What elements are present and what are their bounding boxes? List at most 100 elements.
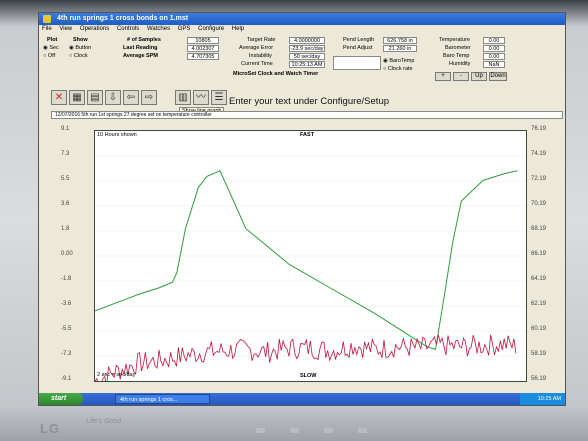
instability-value: 50 sec/day bbox=[289, 53, 325, 60]
menu-controls[interactable]: Controls bbox=[117, 26, 139, 32]
taskbar-item[interactable]: 4th run springs 1 cros... bbox=[115, 394, 210, 404]
temperature-value: 0.00 bbox=[483, 37, 505, 44]
pend-adjust-label: Pend Adjust bbox=[343, 45, 373, 51]
left-tick-label: 5.5 bbox=[61, 176, 70, 182]
target-rate-value: 4.0000000 bbox=[289, 37, 325, 44]
barometer-label: Barometer bbox=[445, 45, 471, 51]
window-title: 4th run springs 1 cross bonds on 1.mst bbox=[57, 15, 189, 22]
target-rate-label: Target Rate bbox=[247, 37, 276, 43]
instability-label: Instability bbox=[249, 53, 272, 59]
monitor-control-button[interactable] bbox=[256, 428, 265, 433]
radio-clock-rate[interactable]: ○ Clock rate bbox=[383, 66, 413, 73]
average-spm-label: Average SPM bbox=[123, 53, 158, 59]
menu-gps[interactable]: GPS bbox=[178, 26, 191, 32]
line-graph-icon[interactable]: 〰 bbox=[193, 90, 209, 105]
headline-text: Enter your text under Configure/Setup bbox=[229, 96, 390, 107]
down-button[interactable]: Down bbox=[489, 72, 507, 81]
right-tick-label: 60.19 bbox=[531, 326, 547, 332]
chart-svg bbox=[95, 131, 526, 381]
input-field-blank[interactable] bbox=[333, 56, 381, 70]
menu-help[interactable]: Help bbox=[232, 26, 244, 32]
menu-operations[interactable]: Operations bbox=[80, 26, 109, 32]
last-reading-label: Last Reading bbox=[123, 45, 158, 51]
temperature-label: Temperature bbox=[439, 37, 470, 43]
monitor-logo: LG bbox=[40, 421, 61, 436]
left-tick-label: -5.5 bbox=[61, 326, 72, 332]
save-icon[interactable]: ▦ bbox=[69, 90, 85, 105]
right-tick-label: 74.19 bbox=[531, 151, 547, 157]
average-spm-value: 4.707305 bbox=[187, 53, 219, 60]
window-titlebar: 4th run springs 1 cross bonds on 1.mst bbox=[39, 13, 565, 25]
plot-area: 9.1 7.3 5.5 3.6 1.8 0.00 -1.8 -3.6 -5.5 -7.3 -9.1 … bbox=[39, 122, 565, 393]
radio-barotemp[interactable]: ◉ BaroTemp bbox=[383, 58, 414, 65]
menu-file[interactable]: File bbox=[42, 26, 52, 32]
right-tick-label: 72.19 bbox=[531, 176, 547, 182]
monitor-control-button[interactable] bbox=[324, 428, 333, 433]
barometer-value: 0.00 bbox=[483, 45, 505, 52]
left-tick-label: -9.1 bbox=[61, 376, 72, 382]
left-tick-label: -3.6 bbox=[61, 301, 72, 307]
mid-panel-title: MicroSet Clock and Watch Timer bbox=[233, 71, 319, 77]
plus-button[interactable]: + bbox=[435, 72, 451, 81]
system-clock: 10:25 AM bbox=[520, 393, 565, 405]
samples-value: 10805 bbox=[187, 37, 219, 44]
average-error-label: Average Error bbox=[239, 45, 274, 51]
current-time-value: 10:25:13 AM bbox=[289, 61, 325, 68]
menu-configure[interactable]: Configure bbox=[198, 26, 224, 32]
right-tick-label: 64.19 bbox=[531, 276, 547, 282]
stop-icon[interactable]: ✕ bbox=[51, 90, 67, 105]
monitor-control-button[interactable] bbox=[290, 428, 299, 433]
right-tick-label: 66.19 bbox=[531, 251, 547, 257]
right-tick-label: 68.19 bbox=[531, 226, 547, 232]
right-tick-label: 70.19 bbox=[531, 201, 547, 207]
screen: 4th run springs 1 cross bonds on 1.mst F… bbox=[38, 12, 566, 406]
up-button[interactable]: Up bbox=[471, 72, 487, 81]
control-panel: Plot ◉ Sec ○ Off Show ◉ Button ○ Clock #… bbox=[39, 34, 565, 122]
show-radio-clock[interactable]: ○ Clock bbox=[69, 53, 88, 60]
export-icon[interactable]: ⇩ bbox=[105, 90, 121, 105]
show-radio-button[interactable]: ◉ Button bbox=[69, 45, 91, 52]
menu-watches[interactable]: Watches bbox=[147, 26, 170, 32]
pend-adjust-value: 21.260 in bbox=[383, 45, 417, 52]
print-icon[interactable]: ▤ bbox=[87, 90, 103, 105]
slow-label: SLOW bbox=[300, 373, 317, 379]
taskbar: start 4th run springs 1 cros... 10:25 AM bbox=[39, 393, 565, 405]
list-icon[interactable]: ☰ bbox=[211, 90, 227, 105]
left-tick-label: 1.8 bbox=[61, 226, 70, 232]
left-tick-label: -7.3 bbox=[61, 351, 72, 357]
left-tick-label: 9.1 bbox=[61, 126, 70, 132]
right-tick-label: 58.19 bbox=[531, 351, 547, 357]
samples-label: # of Samples bbox=[127, 37, 161, 43]
left-tick-label: 0.00 bbox=[61, 251, 73, 257]
start-button[interactable]: start bbox=[39, 393, 83, 405]
baro-temp-value: 0.00 bbox=[483, 53, 505, 60]
plot-group-label: Plot bbox=[47, 37, 58, 43]
plot-radio-off[interactable]: ○ Off bbox=[43, 53, 55, 60]
scale-label: 2 sec = sec/day bbox=[97, 372, 136, 378]
bar-graph-icon[interactable]: ▥ bbox=[175, 90, 191, 105]
right-tick-label: 62.19 bbox=[531, 301, 547, 307]
show-group-label: Show bbox=[73, 37, 88, 43]
humidity-label: Humidity bbox=[449, 61, 471, 67]
pend-length-value: 626.758 in bbox=[383, 37, 417, 44]
last-reading-value: 4.002307 bbox=[187, 45, 219, 52]
left-tick-label: -1.8 bbox=[61, 276, 72, 282]
menu-view[interactable]: View bbox=[59, 26, 72, 32]
right-tick-label: 76.19 bbox=[531, 126, 547, 132]
monitor-control-button[interactable] bbox=[358, 428, 367, 433]
menu-bar: File View Operations Controls Watches GP… bbox=[39, 25, 565, 34]
monitor-model: Life's Good bbox=[86, 418, 122, 425]
arrow-right-icon[interactable]: ⇨ bbox=[141, 90, 157, 105]
plot-radio-sec[interactable]: ◉ Sec bbox=[43, 45, 59, 52]
left-tick-label: 7.3 bbox=[61, 151, 70, 157]
left-tick-label: 3.6 bbox=[61, 201, 70, 207]
right-tick-label: 56.19 bbox=[531, 376, 547, 382]
minus-button[interactable]: - bbox=[453, 72, 469, 81]
plot-canvas: FAST 10 Hours shown 2 sec = sec/day SLOW bbox=[94, 130, 527, 382]
current-time-label: Current Time bbox=[241, 61, 273, 67]
average-error-value: -23.9 sec/day bbox=[289, 45, 325, 52]
run-description-bar[interactable]: 12/07/2016 5th run 1st springs 27 degree… bbox=[51, 111, 563, 119]
arrow-left-icon[interactable]: ⇦ bbox=[123, 90, 139, 105]
app-icon bbox=[43, 15, 51, 23]
series-line-green bbox=[95, 170, 518, 351]
